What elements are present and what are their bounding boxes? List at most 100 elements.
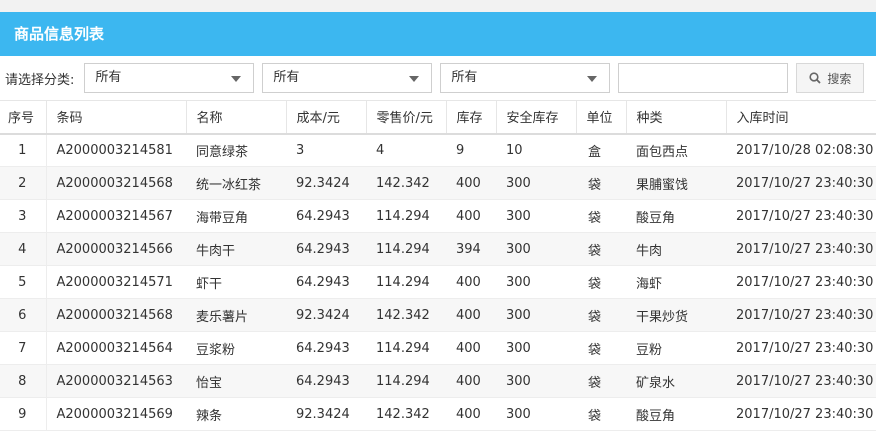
cell-price: 142.342 [366,397,446,431]
cell-stock: 9 [446,133,496,167]
category-select-1[interactable]: 所有 [84,63,255,93]
column-header-cost[interactable]: 成本/元 [286,100,367,135]
cell-index: 3 [0,199,47,233]
cell-stock: 394 [446,232,496,266]
cell-cost: 3 [286,133,366,167]
cell-name: 麦乐薯片 [186,298,286,332]
table-row[interactable]: 6 A2000003214568 麦乐薯片 92.3424 142.342 400 300 袋… [0,298,876,332]
cell-category: 面包西点 [626,133,726,167]
cell-cost: 92.3424 [286,298,366,332]
cell-category: 酸豆角 [626,199,726,233]
search-input[interactable] [618,63,789,93]
cell-price: 114.294 [366,232,446,266]
table-row[interactable]: 8 A2000003214563 怡宝 64.2943 114.294 400 300 袋矿泉… [0,364,876,398]
column-header-unit[interactable]: 单位 [576,100,627,135]
table-row[interactable]: 7 A2000003214564 豆浆粉 64.2943 114.294 400 300 袋豆… [0,331,876,365]
cell-price: 114.294 [366,199,446,233]
cell-safety-stock: 300 [496,331,576,365]
cell-unit: 袋 [576,397,626,431]
column-header-barcode[interactable]: 条码 [46,100,187,135]
column-header-safety-stock[interactable]: 安全库存 [496,100,577,135]
cell-price: 142.342 [366,298,446,332]
column-header-index[interactable]: 序号 [0,100,47,135]
cell-cost: 64.2943 [286,265,366,299]
cell-category: 海虾 [626,265,726,299]
table-row[interactable]: 4 A2000003214566 牛肉干 64.2943 114.294 394 300 袋牛… [0,232,876,266]
cell-time: 2017/10/27 23:40:30 [726,232,876,266]
cell-time: 2017/10/27 23:40:30 [726,331,876,365]
search-icon [809,72,822,84]
cell-category: 酸豆角 [626,397,726,431]
cell-time: 2017/10/27 23:40:30 [726,397,876,431]
product-table: 序号 条码 名称 成本/元 零售价/元 库存 安全库存 单位 种类 入库时间 1… [0,100,876,431]
cell-safety-stock: 300 [496,265,576,299]
cell-barcode: A2000003214568 [46,166,186,200]
cell-cost: 64.2943 [286,331,366,365]
table-row[interactable]: 3 A2000003214567 海带豆角 64.2943 114.294 400 300 袋… [0,199,876,233]
cell-name: 豆浆粉 [186,331,286,365]
cell-index: 8 [0,364,47,398]
cell-price: 4 [366,133,446,167]
cell-time: 2017/10/28 02:08:30 [726,133,876,167]
table-row[interactable]: 9 A2000003214569 辣条 92.3424 142.342 400 300 袋酸豆… [0,397,876,431]
chevron-down-icon [409,76,420,82]
cell-unit: 袋 [576,364,626,398]
cell-name: 同意绿茶 [186,133,286,167]
cell-price: 142.342 [366,166,446,200]
cell-name: 虾干 [186,265,286,299]
table-header-row: 序号 条码 名称 成本/元 零售价/元 库存 安全库存 单位 种类 入库时间 [0,100,876,135]
cell-unit: 袋 [576,166,626,200]
cell-safety-stock: 300 [496,364,576,398]
search-button-label: 搜索 [827,71,852,86]
cell-category: 矿泉水 [626,364,726,398]
cell-index: 6 [0,298,47,332]
cell-cost: 64.2943 [286,199,366,233]
cell-barcode: A2000003214571 [46,265,186,299]
category-label: 请选择分类: [5,72,75,88]
cell-time: 2017/10/27 23:40:30 [726,265,876,299]
cell-barcode: A2000003214581 [46,133,186,167]
table-row[interactable]: 1 A2000003214581 同意绿茶 3 4 9 10 盒面包西点 2017/10/28 … [0,133,876,167]
page-title: 商品信息列表 [14,25,105,43]
column-header-name[interactable]: 名称 [186,100,287,135]
category-select-3[interactable]: 所有 [440,63,611,93]
cell-unit: 袋 [576,298,626,332]
cell-price: 114.294 [366,265,446,299]
cell-unit: 袋 [576,199,626,233]
chevron-down-icon [231,76,242,82]
column-header-price[interactable]: 零售价/元 [366,100,447,135]
table-row[interactable]: 5 A2000003214571 虾干 64.2943 114.294 400 300 袋海虾… [0,265,876,299]
cell-time: 2017/10/27 23:40:30 [726,298,876,332]
cell-name: 怡宝 [186,364,286,398]
column-header-category[interactable]: 种类 [626,100,727,135]
search-button[interactable]: 搜索 [796,63,865,93]
cell-index: 7 [0,331,47,365]
cell-cost: 64.2943 [286,232,366,266]
cell-unit: 袋 [576,331,626,365]
cell-barcode: A2000003214563 [46,364,186,398]
cell-name: 牛肉干 [186,232,286,266]
cell-barcode: A2000003214569 [46,397,186,431]
cell-stock: 400 [446,364,496,398]
cell-index: 2 [0,166,47,200]
column-header-time[interactable]: 入库时间 [726,100,876,135]
top-gap [0,0,876,12]
cell-index: 1 [0,133,47,167]
cell-safety-stock: 300 [496,166,576,200]
category-select-2[interactable]: 所有 [262,63,433,93]
cell-price: 114.294 [366,331,446,365]
select-value: 所有 [95,70,122,85]
cell-stock: 400 [446,265,496,299]
cell-cost: 92.3424 [286,397,366,431]
cell-cost: 92.3424 [286,166,366,200]
table-row[interactable]: 2 A2000003214568 统一冰红茶 92.3424 142.342 400 300… [0,166,876,200]
cell-safety-stock: 300 [496,397,576,431]
cell-category: 干果炒货 [626,298,726,332]
cell-safety-stock: 10 [496,133,576,167]
cell-barcode: A2000003214564 [46,331,186,365]
column-header-stock[interactable]: 库存 [446,100,497,135]
cell-index: 4 [0,232,47,266]
cell-category: 牛肉 [626,232,726,266]
select-value: 所有 [273,70,300,85]
cell-barcode: A2000003214567 [46,199,186,233]
